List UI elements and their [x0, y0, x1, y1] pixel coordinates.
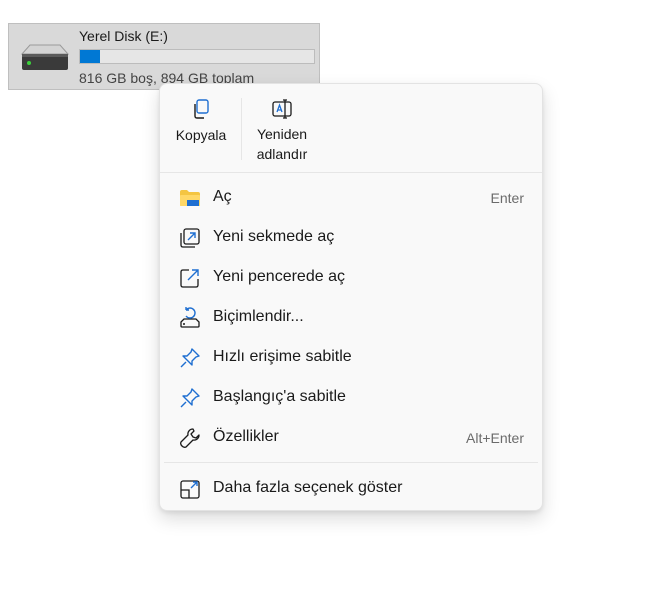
show-more-icon [180, 480, 200, 499]
menu-item-format[interactable]: Biçimlendir... [164, 300, 538, 336]
menu-item-label: Yeni sekmede aç [213, 228, 335, 245]
menu-item-show-more-options[interactable]: Daha fazla seçenek göster [164, 471, 538, 507]
menu-item-shortcut: Alt+Enter [466, 430, 524, 446]
menu-item-pin-quick-access[interactable]: Hızlı erişime sabitle [164, 340, 538, 376]
format-drive-icon [180, 307, 200, 328]
context-menu: Kopyala Yeniden adlandır Aç Enter Yeni s… [159, 83, 543, 511]
menu-item-label: Özellikler [213, 428, 279, 445]
quick-actions-row: Kopyala Yeniden adlandır [160, 84, 542, 172]
drive-usage-fill [80, 50, 101, 63]
menu-item-open-new-tab[interactable]: Yeni sekmede aç [164, 220, 538, 256]
wrench-icon [180, 428, 200, 448]
menu-separator [160, 172, 542, 173]
rename-label-line1: Yeniden [256, 126, 308, 142]
rename-label-line2: adlandır [256, 146, 308, 162]
pin-icon [180, 348, 200, 368]
copy-icon [194, 99, 209, 119]
copy-label: Kopyala [175, 127, 227, 143]
menu-item-label: Hızlı erişime sabitle [213, 348, 352, 365]
drive-usage-bar [79, 49, 315, 64]
menu-separator [164, 462, 538, 463]
menu-item-label: Aç [213, 188, 232, 205]
folder-icon [180, 190, 200, 206]
open-new-tab-icon [180, 228, 200, 248]
rename-button[interactable]: Yeniden adlandır [244, 92, 320, 168]
menu-item-properties[interactable]: Özellikler Alt+Enter [164, 420, 538, 456]
quick-divider [241, 98, 242, 160]
menu-item-label: Yeni pencerede aç [213, 268, 345, 285]
menu-item-label: Biçimlendir... [213, 308, 304, 325]
menu-item-label: Başlangıç'a sabitle [213, 388, 346, 405]
drive-tile[interactable]: Yerel Disk (E:) 816 GB boş, 894 GB topla… [8, 23, 320, 90]
menu-item-open[interactable]: Aç Enter [164, 180, 538, 216]
menu-item-label: Daha fazla seçenek göster [213, 479, 403, 496]
menu-item-open-new-window[interactable]: Yeni pencerede aç [164, 260, 538, 296]
menu-item-shortcut: Enter [490, 190, 524, 206]
open-new-window-icon [180, 269, 199, 288]
pin-start-icon [180, 388, 200, 408]
drive-name: Yerel Disk (E:) [79, 28, 168, 44]
hard-drive-icon [20, 44, 70, 70]
copy-button[interactable]: Kopyala [163, 92, 239, 168]
menu-item-pin-start[interactable]: Başlangıç'a sabitle [164, 380, 538, 416]
rename-icon [272, 99, 292, 119]
